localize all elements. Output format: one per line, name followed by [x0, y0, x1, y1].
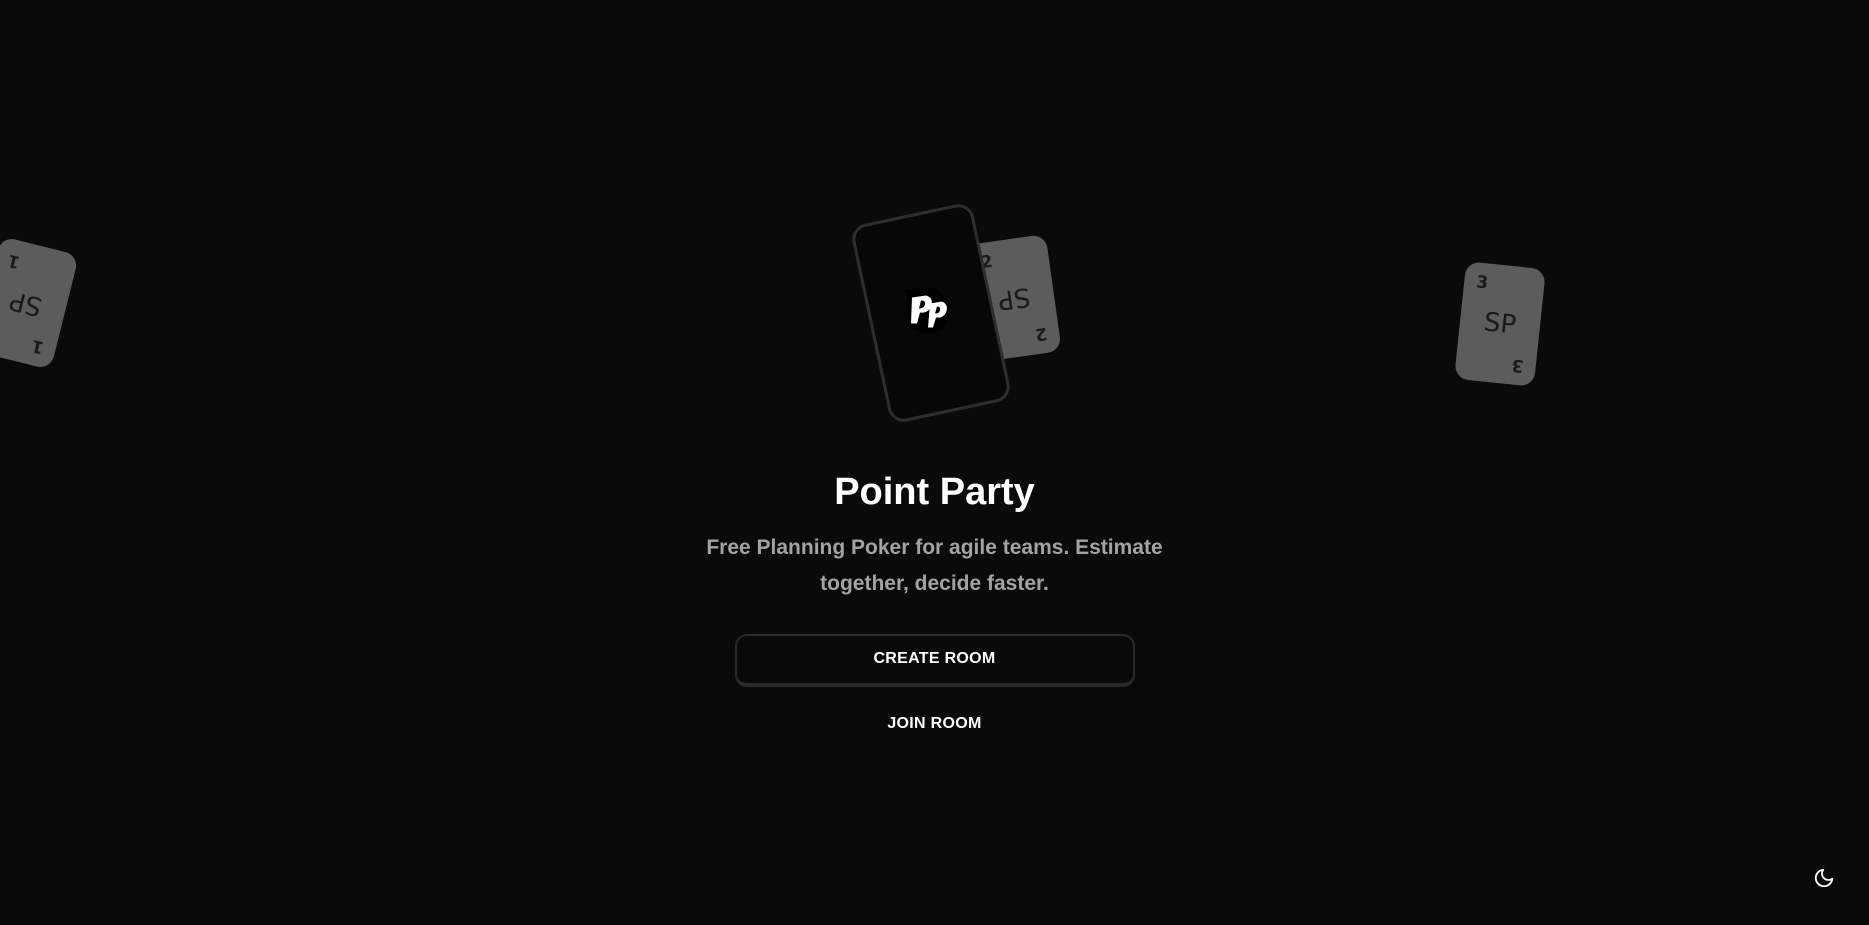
point-party-logo-icon	[894, 274, 968, 353]
theme-toggle-button[interactable]	[1810, 866, 1838, 894]
card-corner-value: 1	[29, 335, 47, 358]
create-room-button[interactable]: CREATE ROOM	[734, 633, 1135, 687]
card-unit: SP	[1482, 307, 1518, 341]
moon-icon	[1813, 867, 1835, 894]
card-corner-value: 1	[5, 249, 22, 272]
hero-section: Point Party Free Planning Poker for agil…	[0, 470, 1869, 739]
hero-card	[849, 201, 1013, 425]
app-subtitle: Free Planning Poker for agile teams. Est…	[706, 535, 1163, 595]
card-unit: SP	[6, 284, 46, 322]
landing-page: 1 SP 1 2 SP 2 3 SP 3 Point Party Free Pl…	[0, 0, 1869, 925]
card-corner-value: 2	[1034, 322, 1049, 345]
floating-card-1: 1 SP 1	[0, 236, 80, 370]
floating-card-3: 3 SP 3	[1454, 261, 1546, 387]
join-room-button[interactable]: JOIN ROOM	[875, 709, 993, 739]
card-corner-value: 3	[1475, 272, 1490, 294]
card-corner-value: 3	[1510, 354, 1525, 376]
app-title: Point Party	[834, 471, 1035, 513]
